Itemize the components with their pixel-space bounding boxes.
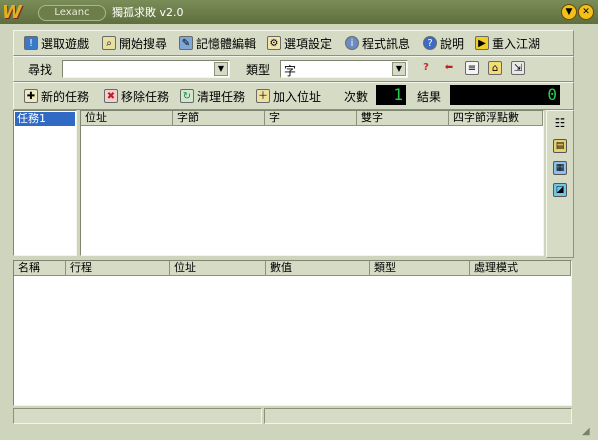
watch-header-type[interactable]: 類型 xyxy=(370,261,470,276)
type-select[interactable]: 字 ▼ xyxy=(280,60,408,78)
type-value: 字 xyxy=(284,64,297,78)
count-display: 1 xyxy=(376,85,406,105)
task-list-item[interactable]: 任務1 xyxy=(15,112,75,126)
close-button[interactable]: ✕ xyxy=(578,4,594,20)
remove-task-label: 移除任務 xyxy=(121,89,170,104)
result-display: 0 xyxy=(450,85,560,105)
memory-edit-icon: ✎ xyxy=(179,36,193,50)
start-search-button[interactable]: ⌕ 開始搜尋 xyxy=(102,34,167,52)
results-list[interactable]: 位址 字節 字 雙字 四字節浮點數 xyxy=(80,110,544,256)
find-label: 尋找 xyxy=(28,63,53,77)
new-task-label: 新的任務 xyxy=(41,89,90,104)
main-window: W Lexanc 獨孤求敗 v2.0 ▼ ✕ ! 選取遊戲 ⌕ 開始搜尋 ✎ 記… xyxy=(0,0,598,440)
watch-header-process[interactable]: 行程 xyxy=(66,261,170,276)
app-logo-icon: W xyxy=(2,2,22,23)
status-pane-right xyxy=(264,408,572,424)
start-search-label: 開始搜尋 xyxy=(119,36,168,51)
memory-editor-button[interactable]: ✎ 記憶體編輯 xyxy=(179,34,256,52)
help-icon: ? xyxy=(423,36,437,50)
type-label: 類型 xyxy=(246,63,271,77)
remove-task-button[interactable]: ✖ 移除任務 xyxy=(104,87,169,105)
find-dropdown-icon[interactable]: ▼ xyxy=(214,62,228,76)
program-info-button[interactable]: i 程式訊息 xyxy=(345,34,410,52)
settings-icon: ⚙ xyxy=(267,36,281,50)
options-label: 選項設定 xyxy=(284,36,333,51)
stack-icon[interactable]: ☷ xyxy=(553,117,567,131)
help-button[interactable]: ? 說明 xyxy=(423,34,464,52)
type-dropdown-icon[interactable]: ▼ xyxy=(392,62,406,76)
enter-icon: ▶ xyxy=(475,36,489,50)
enter-label: 重入江湖 xyxy=(492,36,541,51)
options-button[interactable]: ⚙ 選項設定 xyxy=(267,34,332,52)
enter-button[interactable]: ▶ 重入江湖 xyxy=(475,34,540,52)
help-label: 說明 xyxy=(440,36,465,51)
select-game-label: 選取遊戲 xyxy=(41,36,90,51)
results-header-dword[interactable]: 雙字 xyxy=(357,111,449,126)
remove-task-icon: ✖ xyxy=(104,89,118,103)
magnifier-icon: ⌕ xyxy=(102,36,116,50)
back-arrow-icon[interactable]: ⬅ xyxy=(442,61,456,75)
results-header-byte[interactable]: 字節 xyxy=(173,111,265,126)
task-list[interactable]: 任務1 xyxy=(13,110,77,256)
title-bar: W Lexanc 獨孤求敗 v2.0 ▼ ✕ xyxy=(0,0,598,24)
calculator-icon[interactable]: ▦ xyxy=(553,161,567,175)
help-search-icon[interactable]: ? xyxy=(419,61,433,75)
count-label: 次數 xyxy=(344,90,369,104)
results-header-float[interactable]: 四字節浮點數 xyxy=(449,111,543,126)
clear-task-label: 清理任務 xyxy=(197,89,246,104)
watch-header-mode[interactable]: 處理模式 xyxy=(470,261,571,276)
watch-header-address[interactable]: 位址 xyxy=(170,261,266,276)
watch-header-name[interactable]: 名稱 xyxy=(14,261,66,276)
task-bar: ✚ 新的任務 ✖ 移除任務 ↻ 清理任務 ＋ 加入位址 次數 1 結果 0 xyxy=(13,82,574,110)
memory-editor-label: 記憶體編輯 xyxy=(196,36,257,51)
search-bar: 尋找 ▼ 類型 字 ▼ ? ⬅ ≡ ⌂ ⇲ xyxy=(13,56,574,82)
refresh-icon: ↻ xyxy=(180,89,194,103)
folder-open-icon[interactable]: ⌂ xyxy=(488,61,502,75)
film-icon[interactable]: ▤ xyxy=(553,139,567,153)
results-header-address[interactable]: 位址 xyxy=(81,111,173,126)
clear-task-button[interactable]: ↻ 清理任務 xyxy=(180,87,245,105)
result-label: 結果 xyxy=(417,90,442,104)
resize-grip-icon[interactable]: ◢ xyxy=(582,426,594,438)
program-info-label: 程式訊息 xyxy=(362,36,411,51)
select-game-button[interactable]: ! 選取遊戲 xyxy=(24,34,89,52)
main-toolbar: ! 選取遊戲 ⌕ 開始搜尋 ✎ 記憶體編輯 ⚙ 選項設定 i 程式訊息 ? 說明… xyxy=(13,30,574,56)
window-title: 獨孤求敗 v2.0 xyxy=(112,6,184,19)
watch-header-value[interactable]: 數值 xyxy=(266,261,370,276)
results-header-word[interactable]: 字 xyxy=(265,111,357,126)
find-input[interactable]: ▼ xyxy=(62,60,230,78)
watch-list[interactable]: 名稱 行程 位址 數值 類型 處理模式 xyxy=(13,260,572,406)
add-address-icon: ＋ xyxy=(256,89,270,103)
status-pane-left xyxy=(13,408,262,424)
add-address-button[interactable]: ＋ 加入位址 xyxy=(256,87,321,105)
export-icon[interactable]: ⇲ xyxy=(511,61,525,75)
side-toolbar: ☷ ▤ ▦ ◪ xyxy=(546,110,574,258)
info-icon: i xyxy=(345,36,359,50)
add-address-label: 加入位址 xyxy=(273,89,322,104)
warning-icon: ! xyxy=(24,36,38,50)
minimize-button[interactable]: ▼ xyxy=(561,4,577,20)
brand-pill: Lexanc xyxy=(38,5,106,21)
document-icon[interactable]: ≡ xyxy=(465,61,479,75)
eraser-icon[interactable]: ◪ xyxy=(553,183,567,197)
new-task-button[interactable]: ✚ 新的任務 xyxy=(24,87,89,105)
new-task-icon: ✚ xyxy=(24,89,38,103)
